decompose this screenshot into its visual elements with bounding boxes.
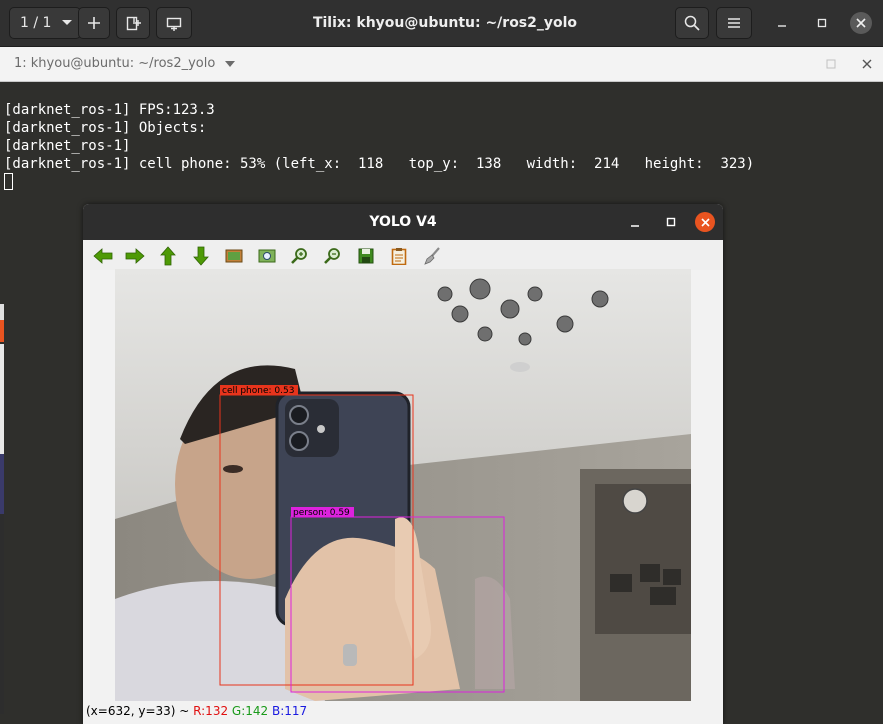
- pixel-red-value: R:132: [193, 704, 229, 718]
- minimize-button[interactable]: [766, 7, 798, 39]
- arrow-left-icon: [93, 248, 113, 264]
- maximize-icon[interactable]: [665, 216, 677, 228]
- window-title: Tilix: khyou@ubuntu: ~/ros2_yolo: [312, 15, 578, 31]
- session-switcher-button[interactable]: 1 / 1: [9, 7, 81, 39]
- paint-brush-button[interactable]: [421, 246, 443, 266]
- pixel-blue-value: B:117: [272, 704, 308, 718]
- desktop-edge: [0, 320, 4, 342]
- image-icon: [225, 249, 243, 263]
- close-icon: [856, 18, 866, 28]
- yolo-window-title: YOLO V4: [369, 214, 437, 230]
- hamburger-menu-icon: [728, 18, 740, 28]
- arrow-right-icon: [125, 248, 145, 264]
- yolo-status-bar: (x=632, y=33) ~ R:132 G:142 B:117: [86, 704, 307, 718]
- zoom-in-icon: [291, 248, 307, 264]
- pixel-coords: (x=632, y=33) ~: [86, 704, 194, 718]
- close-icon: [700, 217, 710, 227]
- maximize-button[interactable]: [806, 7, 838, 39]
- session-counter: 1 / 1: [20, 15, 52, 31]
- add-terminal-down-button[interactable]: [156, 7, 192, 39]
- desktop-edge: [0, 344, 4, 454]
- split-down-icon: [166, 17, 182, 31]
- desktop-edge: [0, 514, 4, 714]
- zoom-fit-button[interactable]: [256, 246, 278, 266]
- desktop-edge: [0, 454, 4, 514]
- terminal-titlebar: 1: khyou@ubuntu: ~/ros2_yolo: [0, 47, 883, 82]
- terminal-cursor: [4, 173, 13, 190]
- zoom-out-button[interactable]: [322, 246, 344, 266]
- properties-button[interactable]: [388, 246, 410, 266]
- camera-image[interactable]: cell phone: 0.53 person: 0.59: [115, 269, 691, 701]
- split-right-icon: [126, 16, 141, 31]
- add-terminal-right-button[interactable]: [116, 7, 150, 39]
- minimize-icon: [778, 25, 786, 27]
- terminal-title-label[interactable]: 1: khyou@ubuntu: ~/ros2_yolo: [14, 47, 215, 81]
- yolo-window: YOLO V4 cell phone: 0.53 person: 0.59 (x…: [83, 204, 723, 724]
- pan-down-button[interactable]: [190, 246, 212, 266]
- terminal-line: [darknet_ros-1] Objects:: [4, 120, 207, 136]
- terminal-maximize-icon[interactable]: [826, 59, 836, 69]
- terminal-close-icon[interactable]: [862, 59, 872, 69]
- terminal-line: [darknet_ros-1]: [4, 138, 131, 154]
- arrow-down-icon: [193, 246, 209, 266]
- properties-icon: [391, 248, 407, 265]
- close-button[interactable]: [845, 7, 877, 39]
- terminal-line: [darknet_ros-1] FPS:123.3: [4, 102, 215, 118]
- search-icon: [684, 15, 700, 31]
- brush-icon: [424, 247, 440, 265]
- tilix-headerbar: 1 / 1 Tilix: khyou@ubuntu: ~/ros2_yolo: [0, 0, 883, 47]
- arrow-up-icon: [160, 246, 176, 266]
- plus-icon: [88, 17, 100, 29]
- zoom-out-icon: [324, 248, 340, 264]
- add-session-button[interactable]: [78, 7, 110, 39]
- zoom-original-button[interactable]: [223, 246, 245, 266]
- find-button[interactable]: [675, 7, 709, 39]
- pan-up-button[interactable]: [157, 246, 179, 266]
- zoom-in-button[interactable]: [289, 246, 311, 266]
- menu-button[interactable]: [716, 7, 752, 39]
- camera-frame-svg: cell phone: 0.53 person: 0.59: [115, 269, 691, 701]
- minimize-icon[interactable]: [629, 217, 641, 229]
- chevron-down-icon: [62, 20, 73, 25]
- maximize-icon: [817, 18, 827, 28]
- detection-label-person: person: 0.59: [293, 508, 350, 518]
- zoom-fit-icon: [258, 249, 276, 263]
- save-image-button[interactable]: [355, 246, 377, 266]
- pan-right-button[interactable]: [124, 246, 146, 266]
- save-icon: [358, 248, 374, 264]
- yolo-titlebar: YOLO V4: [83, 204, 723, 240]
- chevron-down-icon[interactable]: [225, 61, 235, 67]
- detection-label-cell-phone: cell phone: 0.53: [222, 386, 294, 396]
- pixel-green-value: G:142: [231, 704, 269, 718]
- yolo-close-button[interactable]: [695, 212, 715, 232]
- terminal-line: [darknet_ros-1] cell phone: 53% (left_x:…: [4, 156, 755, 172]
- pan-left-button[interactable]: [92, 246, 114, 266]
